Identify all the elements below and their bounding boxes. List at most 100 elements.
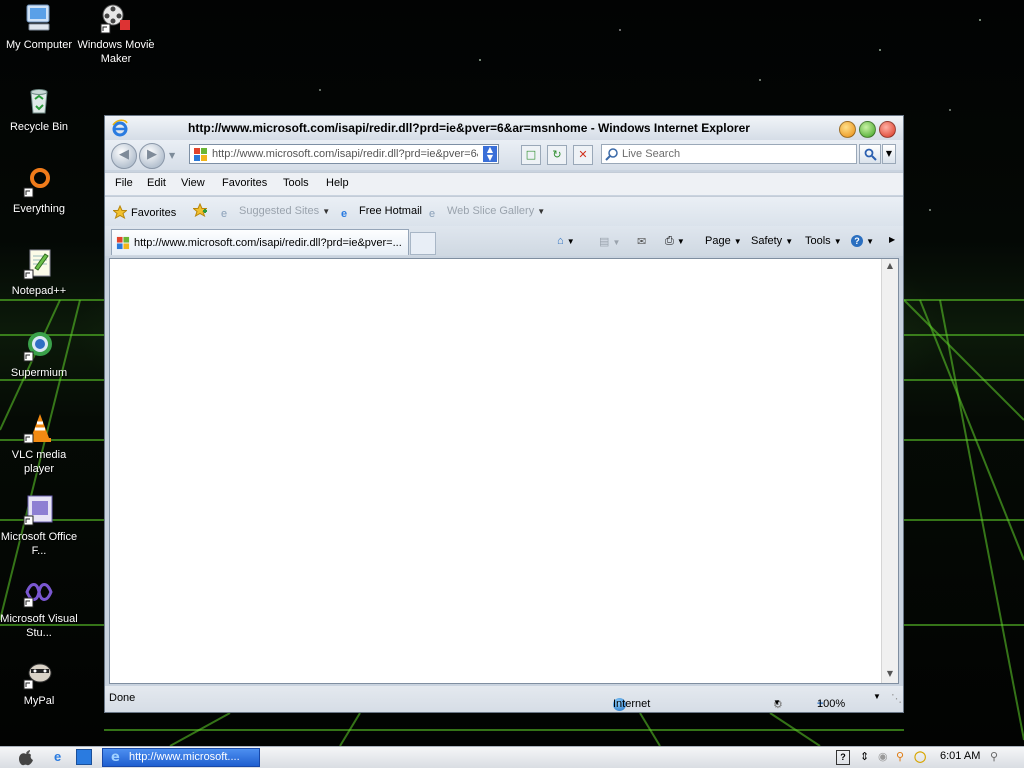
mail-icon: ✉ (637, 236, 647, 248)
suggested-sites-link[interactable]: e Suggested Sites ▼ (221, 205, 330, 222)
desktop-icon-label: Notepad++ (11, 285, 67, 297)
security-shield-tray-icon[interactable]: ◯ (914, 750, 926, 763)
menu-edit[interactable]: Edit (147, 177, 166, 189)
favorites-star-icon (113, 205, 127, 219)
address-bar[interactable]: http://www.microsoft.com/isapi/redir.dll… (189, 144, 499, 164)
forward-button[interactable]: ▶ (139, 143, 165, 169)
menu-bar: File Edit View Favorites Tools Help (105, 172, 903, 195)
add-favorite-icon (193, 203, 207, 217)
taskbar: e e http://www.microsoft.... ? ⇕ ◉ ⚲ ◯ 6… (0, 746, 1024, 768)
chevron-down-icon: ▼ (773, 698, 781, 707)
network-tray-icon[interactable]: ⇕ (860, 750, 869, 763)
desktop-icon-supermium[interactable]: Supermium (0, 330, 78, 380)
read-mail-button[interactable]: ✉ (637, 235, 646, 248)
compatibility-view-button[interactable]: □ (521, 145, 541, 165)
chevron-down-icon: ▼ (733, 237, 742, 246)
taskbar-ie-window-button[interactable]: e http://www.microsoft.... (102, 748, 260, 767)
everything-search-icon (23, 166, 55, 198)
navigation-bar: ◀ ▶ ▼ http://www.microsoft.com/isapi/red… (105, 140, 903, 170)
taskbar-button-title: http://www.microsoft.... (129, 751, 240, 763)
desktop-icon-label: Windows Movie Maker (77, 39, 155, 65)
quick-launch-show-desktop-icon[interactable] (76, 749, 92, 768)
quick-launch-ie-icon[interactable]: e (54, 749, 61, 764)
back-button[interactable]: ◀ (111, 143, 137, 169)
address-dropdown-icon[interactable]: ▲ ▼ (483, 146, 497, 162)
tools-menu[interactable]: Tools ▼ (805, 235, 842, 247)
favorites-button[interactable]: Favorites (113, 205, 176, 219)
desktop-icon-windows-movie-maker[interactable]: Windows Movie Maker (77, 2, 155, 66)
desktop-icon-label: My Computer (5, 39, 73, 51)
page-menu[interactable]: Page ▼ (705, 235, 742, 247)
window-title: http://www.microsoft.com/isapi/redir.dll… (188, 121, 750, 135)
search-tray-icon[interactable]: ⚲ (896, 750, 904, 763)
help-menu[interactable]: ? ▼ (851, 235, 874, 247)
favorites-bar: Favorites e Suggested Sites ▼ e Free Hotma… (105, 196, 903, 227)
safety-menu[interactable]: Safety ▼ (751, 235, 793, 247)
stop-button[interactable]: ✕ (573, 145, 593, 165)
apple-menu-icon[interactable] (18, 749, 34, 766)
address-text[interactable]: http://www.microsoft.com/isapi/redir.dll… (212, 148, 478, 160)
favorites-label: Favorites (131, 207, 177, 219)
page-content[interactable]: ▲ ▼ (109, 258, 899, 684)
menu-file[interactable]: File (115, 177, 133, 189)
volume-tray-icon[interactable]: ◉ (878, 750, 888, 763)
ie-page-icon: e (429, 208, 436, 220)
recent-pages-dropdown[interactable]: ▼ (169, 151, 175, 160)
maximize-button[interactable] (859, 121, 876, 138)
desktop-icon-vlc-media-player[interactable]: VLC media player (0, 412, 78, 476)
desktop-icon-notepad-plus-plus[interactable]: Notepad++ (0, 248, 78, 298)
office-document-icon (23, 494, 55, 526)
print-button[interactable]: ⎙ ▼ (665, 235, 685, 248)
browser-tab[interactable]: http://www.microsoft.com/isapi/redir.dll… (111, 229, 409, 255)
desktop-icon-microsoft-office[interactable]: Microsoft Office F... (0, 494, 78, 558)
home-icon: ⌂ (557, 235, 564, 247)
title-bar[interactable]: http://www.microsoft.com/isapi/redir.dll… (105, 116, 903, 140)
help-tray-icon[interactable]: ? (836, 750, 850, 765)
chevron-down-icon: ▼ (566, 237, 575, 246)
printer-icon: ⎙ (665, 235, 674, 247)
menu-favorites[interactable]: Favorites (222, 177, 267, 189)
rss-feed-icon: ▤ (599, 236, 610, 248)
web-slice-gallery-link[interactable]: e Web Slice Gallery ▼ (429, 205, 545, 222)
search-go-button[interactable] (859, 144, 881, 164)
vertical-scrollbar[interactable]: ▲ ▼ (881, 259, 898, 683)
desktop-icon-microsoft-visual-studio[interactable]: Microsoft Visual Stu... (0, 576, 78, 640)
spotlight-search-icon[interactable]: ⚲ (990, 750, 998, 763)
zoom-dropdown[interactable]: ▼ (873, 692, 881, 701)
menu-help[interactable]: Help (326, 177, 349, 189)
refresh-button[interactable]: ↻ (547, 145, 567, 165)
menu-tools[interactable]: Tools (283, 177, 309, 189)
zone-label: Internet (613, 698, 651, 710)
free-hotmail-label: Free Hotmail (359, 205, 422, 217)
minimize-button[interactable] (839, 121, 856, 138)
scroll-down-arrow-icon[interactable]: ▼ (884, 669, 896, 681)
desktop: My Computer Windows Movie Maker Recycle … (0, 0, 1024, 746)
clock[interactable]: 6:01 AM (940, 750, 980, 762)
supermium-icon (23, 330, 55, 362)
search-box[interactable]: Live Search (601, 144, 857, 164)
compatibility-icon: □ (525, 148, 537, 161)
status-bar: Done Internet ⚙ ▼ + 100% ▼ ⋱ (105, 686, 903, 712)
visual-studio-icon (23, 576, 55, 608)
free-hotmail-link[interactable]: e Free Hotmail (341, 205, 422, 222)
ie-page-icon: e (341, 208, 348, 220)
close-button[interactable] (879, 121, 896, 138)
scroll-up-arrow-icon[interactable]: ▲ (884, 261, 896, 273)
resize-grip-icon[interactable]: ⋱ (891, 692, 902, 705)
menu-view[interactable]: View (181, 177, 205, 189)
ie-page-icon: e (221, 208, 228, 220)
desktop-icon-label: VLC media player (11, 449, 67, 475)
new-tab-button[interactable] (410, 232, 436, 255)
add-to-favorites-bar-button[interactable] (193, 203, 211, 217)
toolbar-overflow-chevron[interactable]: ▶ (889, 235, 895, 244)
search-options-dropdown[interactable]: ▼ (882, 144, 896, 164)
feeds-button[interactable]: ▤ ▼ (599, 235, 620, 248)
help-icon: ? (851, 235, 863, 247)
desktop-icon-everything[interactable]: Everything (0, 166, 78, 216)
desktop-icon-my-computer[interactable]: My Computer (0, 2, 78, 52)
desktop-icon-mypal[interactable]: MyPal (0, 658, 78, 708)
status-text: Done (109, 692, 136, 704)
home-button[interactable]: ⌂ ▼ (557, 235, 575, 247)
desktop-icon-recycle-bin[interactable]: Recycle Bin (0, 84, 78, 134)
film-reel-icon (100, 2, 132, 34)
